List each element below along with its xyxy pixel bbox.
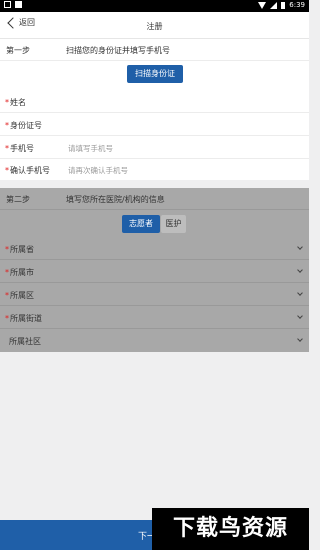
status-bar: 6:39 — [0, 0, 309, 12]
community-label: 所属社区 — [9, 337, 41, 346]
notification-icon — [4, 1, 11, 8]
status-time: 6:39 — [289, 1, 305, 9]
street-label: 所属街道 — [10, 314, 42, 323]
province-select[interactable]: *所属省 — [0, 237, 309, 260]
step2-header: 第二步 填写您所在医院/机构的信息 — [0, 188, 309, 210]
step1-header: 第一步 扫描您的身份证并填写手机号 — [0, 39, 309, 61]
step2-label: 第二步 — [6, 195, 30, 204]
volunteer-toggle[interactable]: 志愿者 — [122, 215, 160, 233]
chevron-down-icon — [297, 313, 303, 319]
required-mark: * — [5, 98, 9, 107]
district-label: 所属区 — [10, 291, 34, 300]
battery-icon — [281, 2, 286, 9]
chevron-down-icon — [297, 290, 303, 296]
required-mark: * — [5, 268, 9, 277]
city-label: 所属市 — [10, 268, 34, 277]
confirm-phone-field[interactable]: *确认手机号 请再次确认手机号 — [0, 159, 309, 180]
district-select[interactable]: *所属区 — [0, 283, 309, 306]
step1-section: 第一步 扫描您的身份证并填写手机号 扫描身份证 *姓名 *身份证号 *手机号 请… — [0, 39, 309, 180]
watermark-logo: 下载鸟资源 — [152, 508, 309, 550]
street-select[interactable]: *所属街道 — [0, 306, 309, 329]
step1-label: 第一步 — [6, 46, 30, 55]
step2-section: 第二步 填写您所在医院/机构的信息 志愿者 医护 *所属省 *所属市 *所属区 … — [0, 188, 309, 352]
page-title: 注册 — [146, 22, 163, 31]
required-mark: * — [5, 144, 9, 153]
signal-icon — [270, 2, 278, 9]
id-number-field[interactable]: *身份证号 — [0, 113, 309, 136]
chevron-down-icon — [297, 267, 303, 273]
confirm-phone-label: 确认手机号 — [10, 166, 50, 175]
name-field[interactable]: *姓名 — [0, 90, 309, 113]
required-mark: * — [5, 314, 9, 323]
chevron-down-icon — [297, 336, 303, 342]
required-mark: * — [5, 291, 9, 300]
step1-desc: 扫描您的身份证并填写手机号 — [66, 46, 170, 55]
phone-input[interactable]: 请填写手机号 — [68, 143, 113, 154]
required-mark: * — [5, 166, 9, 175]
step2-desc: 填写您所在医院/机构的信息 — [66, 195, 165, 204]
required-mark: * — [5, 245, 9, 254]
app-notification-icon — [15, 1, 22, 8]
chevron-down-icon — [297, 244, 303, 250]
phone-field[interactable]: *手机号 请填写手机号 — [0, 136, 309, 159]
community-select[interactable]: 所属社区 — [0, 329, 309, 352]
city-select[interactable]: *所属市 — [0, 260, 309, 283]
phone-label: 手机号 — [10, 144, 34, 153]
name-label: 姓名 — [10, 98, 26, 107]
wifi-icon — [258, 2, 267, 9]
scan-id-button[interactable]: 扫描身份证 — [127, 65, 183, 83]
required-mark: * — [5, 121, 9, 130]
id-number-label: 身份证号 — [10, 121, 42, 130]
medical-toggle[interactable]: 医护 — [161, 215, 186, 233]
confirm-phone-input[interactable]: 请再次确认手机号 — [68, 165, 128, 176]
nav-bar: 返回 注册 — [0, 12, 309, 39]
province-label: 所属省 — [10, 245, 34, 254]
